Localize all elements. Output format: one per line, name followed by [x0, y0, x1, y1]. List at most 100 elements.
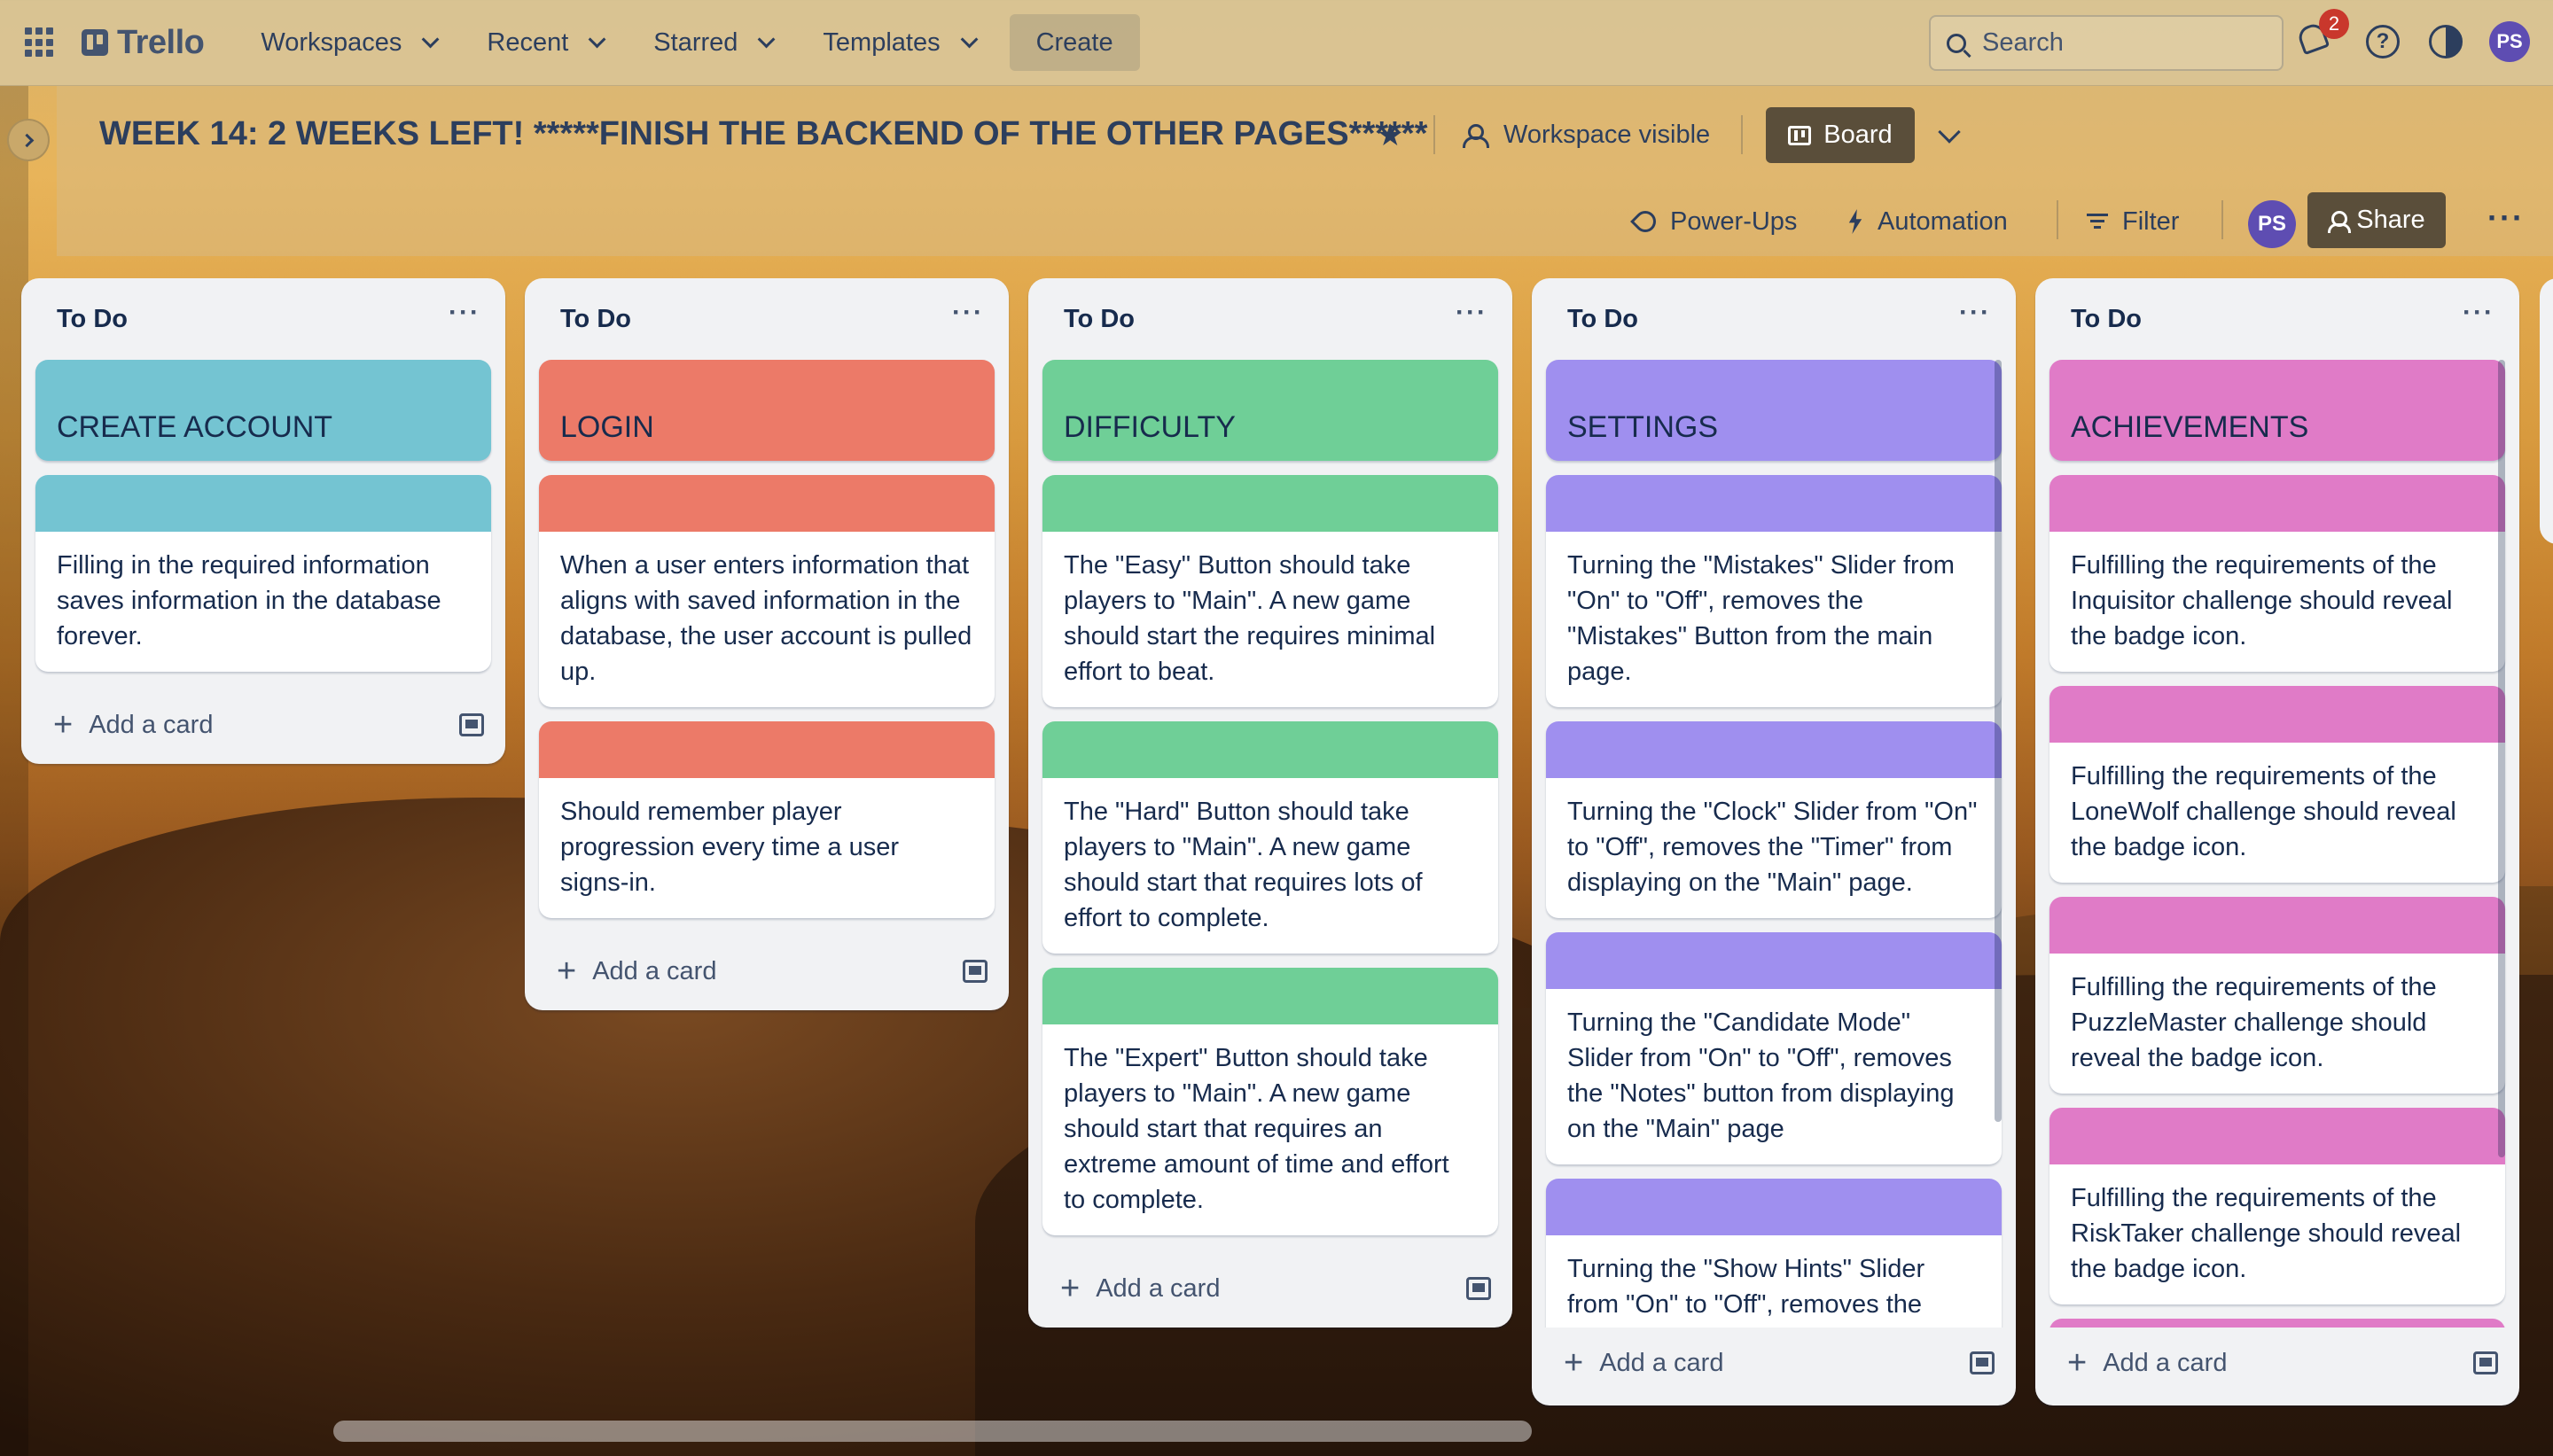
divider	[1741, 115, 1743, 154]
add-card-button[interactable]: + Add a card	[53, 708, 213, 742]
add-card-label: Add a card	[1599, 1348, 1724, 1377]
list-title[interactable]: To Do	[1567, 305, 1638, 334]
card-text: Fulfilling the requirements of the RiskT…	[2071, 1184, 2462, 1283]
board-view-label: Board	[1823, 121, 1893, 149]
board-view-button[interactable]: Board	[1766, 107, 1915, 163]
visibility-button[interactable]: Workspace visible	[1463, 108, 1710, 161]
card[interactable]: Turning the "Show Hints" Slider from "On…	[1546, 1179, 2002, 1328]
list-heading-card[interactable]: SETTINGS	[1546, 360, 2002, 461]
share-label: Share	[2356, 206, 2425, 234]
add-card-button[interactable]: + Add a card	[1564, 1346, 1723, 1380]
star-icon[interactable]: ★	[1377, 118, 1403, 153]
add-card-button[interactable]: + Add a card	[1060, 1272, 1220, 1305]
vertical-scrollbar[interactable]	[2498, 360, 2505, 1157]
starred-menu[interactable]: Starred	[637, 14, 785, 71]
list-menu-icon[interactable]: ···	[1959, 300, 1991, 330]
card-template-icon[interactable]	[963, 960, 988, 983]
card[interactable]	[2049, 1319, 2505, 1328]
more-options-icon[interactable]: ···	[2487, 202, 2525, 234]
add-card-label: Add a card	[2103, 1348, 2228, 1377]
list-menu-icon[interactable]: ···	[952, 300, 984, 330]
card[interactable]: Turning the "Candidate Mode" Slider from…	[1546, 932, 2002, 1164]
recent-menu[interactable]: Recent	[471, 14, 616, 71]
board-icon	[1788, 125, 1812, 145]
card[interactable]: When a user enters information that alig…	[539, 475, 995, 707]
card-cover	[2049, 1319, 2505, 1328]
card[interactable]: Fulfilling the requirements of the LoneW…	[2049, 686, 2505, 883]
list-heading-card[interactable]: LOGIN	[539, 360, 995, 461]
card[interactable]: The "Expert" Button should take players …	[1042, 968, 1498, 1235]
card-cover	[1546, 475, 2002, 532]
rocket-icon	[1630, 206, 1660, 237]
list-title[interactable]: To Do	[2071, 305, 2142, 334]
list-menu-icon[interactable]: ···	[1456, 300, 1487, 330]
divider	[2057, 200, 2058, 239]
list-heading-card[interactable]: DIFFICULTY	[1042, 360, 1498, 461]
card[interactable]: Turning the "Mistakes" Slider from "On" …	[1546, 475, 2002, 707]
add-card-button[interactable]: + Add a card	[2067, 1346, 2227, 1380]
automation-button[interactable]: Automation	[1847, 195, 2008, 248]
plus-icon: +	[2067, 1344, 2088, 1382]
card-template-icon[interactable]	[2473, 1351, 2498, 1374]
board-title[interactable]: WEEK 14: 2 WEEKS LEFT! *****FINISH THE B…	[99, 115, 1427, 153]
card-text: Turning the "Mistakes" Slider from "On" …	[1567, 551, 1955, 686]
list-title[interactable]: To Do	[560, 305, 631, 334]
theme-toggle-icon[interactable]	[2429, 25, 2463, 58]
card-cover	[35, 475, 491, 532]
card-cover	[1546, 932, 2002, 989]
card-list-scroll-area[interactable]: SETTINGS Turning the "Mistakes" Slider f…	[1532, 360, 2016, 1328]
card[interactable]: Fulfilling the requirements of the RiskT…	[2049, 1108, 2505, 1304]
vertical-scrollbar[interactable]	[1995, 360, 2002, 1122]
create-button[interactable]: Create	[1009, 14, 1140, 71]
add-card-button[interactable]: + Add a card	[557, 954, 716, 988]
search-placeholder: Search	[1982, 28, 2064, 57]
chevron-down-icon	[758, 30, 776, 49]
list-menu-icon[interactable]: ···	[449, 300, 480, 330]
board-member-avatar[interactable]: PS	[2248, 200, 2296, 248]
next-list-edge	[2540, 278, 2553, 544]
card[interactable]: Filling in the required information save…	[35, 475, 491, 672]
list-heading-card[interactable]: CREATE ACCOUNT	[35, 360, 491, 461]
card-list-scroll-area[interactable]: ACHIEVEMENTS Fulfilling the requirements…	[2035, 360, 2519, 1328]
card-text: The "Hard" Button should take players to…	[1064, 798, 1423, 932]
card-template-icon[interactable]	[1466, 1277, 1491, 1300]
list-heading-card[interactable]: ACHIEVEMENTS	[2049, 360, 2505, 461]
chevron-down-icon	[422, 30, 440, 49]
add-card-label: Add a card	[89, 710, 214, 739]
list-title[interactable]: To Do	[57, 305, 128, 334]
user-avatar[interactable]: PS	[2489, 21, 2530, 62]
notification-count-badge: 2	[2319, 9, 2349, 39]
list-settings: To Do ··· SETTINGS Turning the "Mistakes…	[1532, 278, 2016, 1405]
card-text: Fulfilling the requirements of the Puzzl…	[2071, 973, 2437, 1072]
card[interactable]: Fulfilling the requirements of the Puzzl…	[2049, 897, 2505, 1094]
card[interactable]: Should remember player progression every…	[539, 721, 995, 918]
card-template-icon[interactable]	[459, 713, 484, 736]
card-cover	[2049, 1108, 2505, 1164]
share-button[interactable]: Share	[2307, 192, 2446, 248]
filter-icon	[2087, 214, 2108, 230]
list-title[interactable]: To Do	[1064, 305, 1135, 334]
card-template-icon[interactable]	[1970, 1351, 1995, 1374]
search-input[interactable]: Search	[1929, 15, 2284, 71]
card-text: The "Expert" Button should take players …	[1064, 1044, 1449, 1214]
filter-label: Filter	[2122, 206, 2180, 236]
horizontal-scrollbar[interactable]	[333, 1421, 1532, 1442]
list-menu-icon[interactable]: ···	[2463, 300, 2494, 330]
filter-button[interactable]: Filter	[2087, 195, 2179, 248]
card[interactable]: Turning the "Clock" Slider from "On" to …	[1546, 721, 2002, 918]
card[interactable]: Fulfilling the requirements of the Inqui…	[2049, 475, 2505, 672]
chevron-right-icon	[20, 133, 34, 147]
expand-sidebar-button[interactable]	[7, 119, 50, 161]
powerups-button[interactable]: Power-Ups	[1630, 195, 1797, 248]
trello-logo[interactable]: Trello	[82, 24, 205, 62]
card-cover	[2049, 686, 2505, 743]
help-icon[interactable]: ?	[2366, 25, 2400, 58]
card-text: The "Easy" Button should take players to…	[1064, 551, 1436, 686]
card[interactable]: The "Hard" Button should take players to…	[1042, 721, 1498, 954]
card[interactable]: The "Easy" Button should take players to…	[1042, 475, 1498, 707]
app-switcher-icon[interactable]	[25, 27, 55, 58]
add-card-label: Add a card	[1096, 1273, 1221, 1303]
chevron-down-icon	[588, 30, 606, 49]
workspaces-menu[interactable]: Workspaces	[245, 14, 449, 71]
templates-menu[interactable]: Templates	[807, 14, 988, 71]
